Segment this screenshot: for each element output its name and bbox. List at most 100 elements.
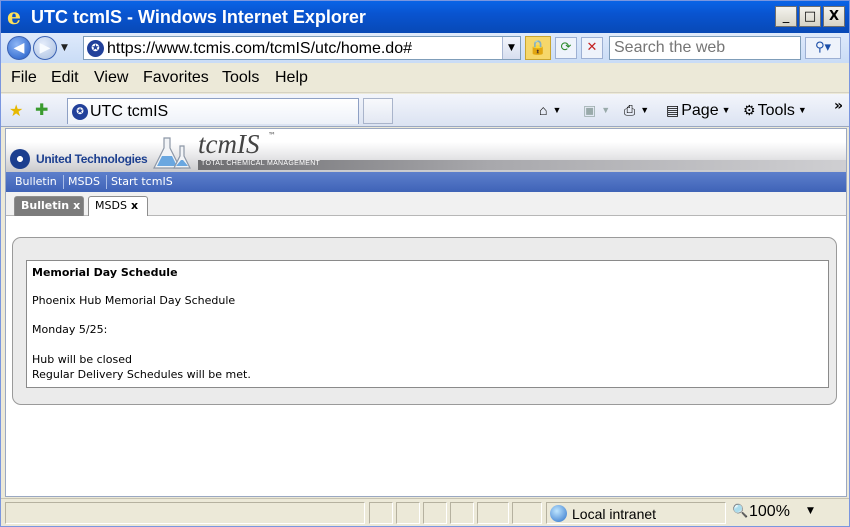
toolbar-overflow-icon[interactable]: » <box>834 98 843 114</box>
tab-msds[interactable]: MSDS x <box>88 196 148 216</box>
tab-bulletin[interactable]: Bulletin x <box>14 196 84 216</box>
status-bar: Local intranet 🔍 100% ▼ <box>1 498 849 526</box>
new-tab-button[interactable] <box>363 98 393 124</box>
close-button[interactable]: X <box>823 6 845 27</box>
add-favorite-icon[interactable]: ✚ <box>35 100 48 119</box>
globe-icon <box>550 505 567 522</box>
tab-favicon-icon: ✪ <box>72 104 88 120</box>
zoom-dropdown-icon[interactable]: ▼ <box>807 506 814 516</box>
page-menu-label: Page <box>681 102 719 119</box>
maximize-button[interactable]: □ <box>799 6 821 27</box>
bulletin-line: Phoenix Hub Memorial Day Schedule <box>32 294 236 307</box>
menu-view[interactable]: View <box>94 69 128 87</box>
trademark-mark: ™ <box>268 131 276 140</box>
company-name: United Technologies <box>36 152 148 166</box>
gear-icon: ⚙ <box>743 102 756 118</box>
browser-tab-title: UTC tcmIS <box>90 103 169 120</box>
refresh-button[interactable]: ⟳ <box>555 37 577 59</box>
status-segment <box>512 502 542 524</box>
menu-file[interactable]: File <box>11 69 37 87</box>
search-box[interactable] <box>609 36 801 60</box>
tools-menu-label: Tools <box>757 102 795 119</box>
address-url[interactable]: https://www.tcmis.com/tcmIS/utc/home.do# <box>107 40 412 58</box>
brand-tagline-bar: TOTAL CHEMICAL MANAGEMENT <box>198 160 846 170</box>
status-segment <box>423 502 447 524</box>
ie-logo-icon: e <box>7 4 21 30</box>
bulletin-line: Hub will be closed <box>32 353 132 366</box>
forward-arrow-icon: ▶ <box>39 40 51 56</box>
tab-bulletin-close-icon[interactable]: x <box>73 199 80 212</box>
print-dropdown-icon[interactable]: ▼ <box>640 105 649 115</box>
tab-bulletin-label: Bulletin <box>21 199 70 212</box>
history-dropdown-icon[interactable]: ▼ <box>61 43 68 53</box>
title-bar[interactable]: e UTC tcmIS - Windows Internet Explorer … <box>1 1 849 33</box>
flask-logo-icon <box>153 137 191 169</box>
site-nav: Bulletin MSDS Start tcmIS <box>6 172 846 192</box>
forward-button[interactable]: ▶ <box>33 36 57 60</box>
stop-icon: ✕ <box>586 40 598 55</box>
bulletin-title: Memorial Day Schedule <box>32 266 178 279</box>
site-favicon-icon: ✪ <box>87 40 104 57</box>
home-button[interactable]: ⌂ ▼ <box>539 101 561 120</box>
bulletin-line: Regular Delivery Schedules will be met. <box>32 368 251 381</box>
page-icon: ▤ <box>666 102 680 118</box>
menu-bar: File Edit View Favorites Tools Help <box>1 63 849 93</box>
tab-msds-label: MSDS <box>95 199 127 212</box>
tools-dropdown-icon: ▼ <box>797 105 807 115</box>
status-segment <box>369 502 393 524</box>
security-zone-label: Local intranet <box>572 506 657 522</box>
status-segment <box>450 502 474 524</box>
tab-bar: ★ ✚ ✪ UTC tcmIS ⌂ ▼ ▣ ▼ ⎙ ▼ ▤ Page ▼ ⚙ Tools ▼ … <box>1 94 849 127</box>
browser-window: e UTC tcmIS - Windows Internet Explorer … <box>0 0 850 527</box>
search-icon: ⚲▾ <box>814 40 832 55</box>
menu-tools[interactable]: Tools <box>222 69 259 87</box>
print-button[interactable]: ⎙ ▼ <box>624 101 649 120</box>
nav-divider <box>63 175 64 189</box>
back-arrow-icon: ◀ <box>13 40 25 56</box>
zoom-control[interactable]: 🔍 100% ▼ <box>729 502 839 524</box>
tab-msds-close-icon[interactable]: x <box>131 199 138 212</box>
status-text-area <box>5 502 365 524</box>
home-dropdown-icon[interactable]: ▼ <box>552 105 561 115</box>
security-zone[interactable]: Local intranet <box>546 502 726 524</box>
nav-link-start-tcmis[interactable]: Start tcmIS <box>111 175 173 189</box>
zoom-icon: 🔍 <box>732 504 749 519</box>
site-banner: United Technologies tcmIS ™ TOTAL CHEMIC… <box>6 129 846 172</box>
page-menu-button[interactable]: ▤ Page ▼ <box>666 101 731 120</box>
search-input[interactable] <box>610 37 800 59</box>
bulletin-line: Monday 5/25: <box>32 323 108 336</box>
rss-feed-icon: ▣ <box>583 102 597 118</box>
nav-link-bulletin[interactable]: Bulletin <box>15 175 57 189</box>
bulletin-panel: Memorial Day Schedule Phoenix Hub Memori… <box>12 237 837 405</box>
page-viewport: United Technologies tcmIS ™ TOTAL CHEMIC… <box>5 128 847 497</box>
minimize-button[interactable]: _ <box>775 6 797 27</box>
nav-link-msds[interactable]: MSDS <box>68 175 100 189</box>
status-segment <box>477 502 509 524</box>
content-tabs: Bulletin x MSDS x <box>6 192 846 216</box>
page-dropdown-icon: ▼ <box>721 105 731 115</box>
window-controls: _ □ X <box>775 6 845 27</box>
favorites-star-icon[interactable]: ★ <box>9 101 23 120</box>
printer-icon: ⎙ <box>624 102 636 118</box>
stop-button[interactable]: ✕ <box>581 37 603 59</box>
lock-icon: 🔒 <box>529 40 547 56</box>
search-button[interactable]: ⚲▾ <box>805 37 841 59</box>
tools-menu-button[interactable]: ⚙ Tools ▼ <box>743 101 807 120</box>
status-segment <box>396 502 420 524</box>
address-input[interactable]: ✪ https://www.tcmis.com/tcmIS/utc/home.d… <box>83 36 521 60</box>
address-dropdown-icon[interactable]: ▼ <box>502 37 520 59</box>
menu-edit[interactable]: Edit <box>51 69 79 87</box>
brand-logo-text: tcmIS <box>198 129 260 159</box>
browser-tab-active[interactable]: ✪ UTC tcmIS <box>67 98 359 124</box>
feeds-dropdown-icon[interactable]: ▼ <box>601 105 610 115</box>
menu-favorites[interactable]: Favorites <box>143 69 209 87</box>
brand-tagline: TOTAL CHEMICAL MANAGEMENT <box>201 160 321 167</box>
security-lock-button[interactable]: 🔒 <box>525 36 551 60</box>
address-toolbar: ◀ ▶ ▼ ✪ https://www.tcmis.com/tcmIS/utc/… <box>1 33 849 63</box>
back-button[interactable]: ◀ <box>7 36 31 60</box>
refresh-icon: ⟳ <box>560 40 572 55</box>
menu-help[interactable]: Help <box>275 69 308 87</box>
feeds-button[interactable]: ▣ ▼ <box>583 101 610 120</box>
utc-logo-icon <box>10 149 30 169</box>
zoom-level: 100% <box>749 503 790 520</box>
